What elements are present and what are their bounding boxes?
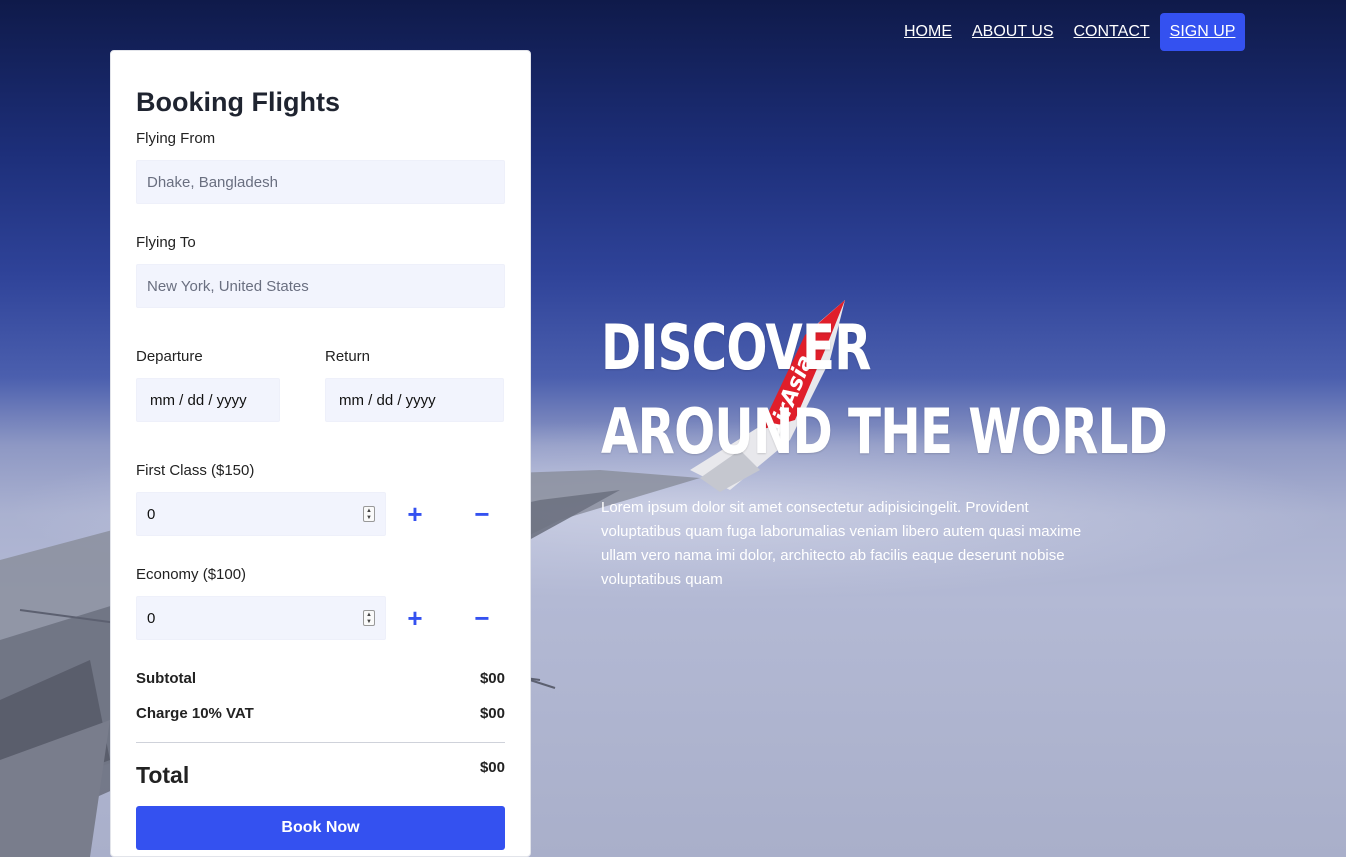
subtotal-value: $00 [479,670,505,687]
hero-section: DISCOVER AROUND THE WORLD Lorem ipsum do… [601,306,1168,592]
economy-value: 0 [147,609,156,627]
first-class-label: First Class ($150) [136,462,255,479]
economy-label: Economy ($100) [136,566,247,583]
departure-date-input[interactable]: mm / dd / yyyy [136,378,280,422]
spinner-icon[interactable]: ▲ ▼ [363,610,375,626]
booking-card: Booking Flights Flying From Dhake, Bangl… [110,50,531,857]
departure-label: Departure [136,348,203,365]
spinner-icon[interactable]: ▲ ▼ [363,506,375,522]
economy-minus-icon[interactable]: − [467,603,497,633]
first-class-minus-icon[interactable]: − [467,499,497,529]
economy-plus-icon[interactable]: + [400,603,430,633]
book-now-button[interactable]: Book Now [136,806,505,850]
first-class-value: 0 [147,505,156,523]
total-row: Total $00 [136,759,505,789]
nav-about-link[interactable]: ABOUT US [962,13,1064,51]
first-class-quantity-input[interactable]: 0 ▲ ▼ [136,492,386,536]
nav-signup-button[interactable]: SIGN UP [1159,13,1246,51]
divider [136,742,505,743]
total-label: Total [136,762,190,788]
to-input[interactable]: New York, United States [136,264,505,308]
economy-quantity-input[interactable]: 0 ▲ ▼ [136,596,386,640]
to-label: Flying To [136,234,196,251]
total-value: $00 [479,759,505,776]
nav-home-link[interactable]: HOME [894,13,962,51]
vat-row: Charge 10% VAT $00 [136,705,505,722]
nav-contact-link[interactable]: CONTACT [1064,13,1160,51]
from-label: Flying From [136,130,216,147]
subtotal-row: Subtotal $00 [136,670,505,687]
hero-body: Lorem ipsum dolor sit amet consectetur a… [601,499,1082,588]
vat-value: $00 [479,705,505,722]
return-date-input[interactable]: mm / dd / yyyy [325,378,504,422]
first-class-plus-icon[interactable]: + [400,499,430,529]
hero-line-2: AROUND THE WORLD [601,395,1168,468]
subtotal-label: Subtotal [136,670,196,687]
booking-title: Booking Flights [136,87,340,117]
top-nav: HOME ABOUT US CONTACT SIGN UP [894,13,1246,51]
return-label: Return [325,348,371,365]
from-input[interactable]: Dhake, Bangladesh [136,160,505,204]
vat-label: Charge 10% VAT [136,705,254,722]
hero-heading: DISCOVER AROUND THE WORLD [601,306,1168,474]
hero-line-1: DISCOVER [601,311,872,384]
